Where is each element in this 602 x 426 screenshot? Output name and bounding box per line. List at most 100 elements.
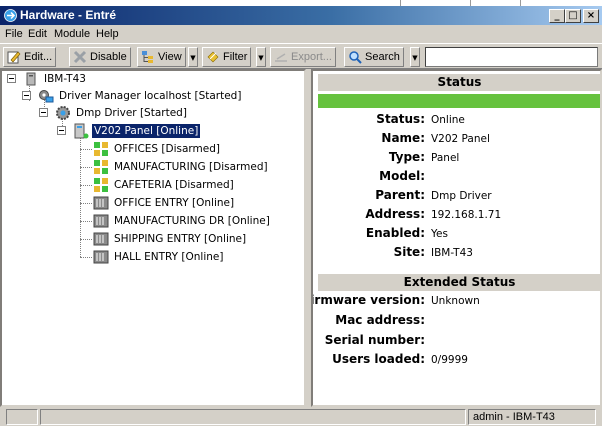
panel-icon [74, 123, 89, 139]
disable-icon [73, 50, 87, 64]
tree-node-label: V202 Panel [Online] [90, 123, 202, 139]
menu-help[interactable]: Help [96, 28, 119, 40]
tree-node-label: MANUFACTURING [Disarmed] [114, 161, 268, 173]
export-label: Export... [291, 51, 332, 63]
site-value: IBM-T43 [431, 247, 473, 259]
collapse-toggle[interactable] [57, 126, 66, 135]
parent-value: Dmp Driver [431, 190, 492, 202]
filter-button[interactable]: Filter [202, 47, 252, 67]
collapse-toggle[interactable] [22, 91, 31, 100]
disable-button[interactable]: Disable [69, 47, 131, 67]
status-user-cell: admin - IBM-T43 [468, 409, 596, 425]
title-bar[interactable]: Hardware - Entré _ □ × [0, 6, 602, 25]
view-dropdown[interactable]: ▼ [188, 47, 198, 67]
search-dropdown[interactable]: ▼ [410, 47, 420, 67]
firmware-key: Firmware version: [311, 293, 425, 307]
status-key: Status: [376, 112, 425, 126]
menu-file[interactable]: File [5, 28, 23, 40]
dropdown-arrow-icon: ▼ [258, 54, 264, 62]
site-key: Site: [393, 245, 425, 259]
menu-edit[interactable]: Edit [28, 28, 47, 40]
dropdown-arrow-icon: ▼ [190, 54, 196, 62]
view-tree-icon [142, 51, 153, 63]
status-value: Online [431, 114, 465, 126]
tree-line [80, 221, 92, 222]
detail-pane: Status Status: Online Name: V202 Panel T… [311, 69, 602, 407]
tree-node-label: IBM-T43 [44, 73, 86, 85]
tree-line [80, 203, 92, 204]
mac-address-key: Mac address: [335, 313, 425, 327]
serial-number-key: Serial number: [324, 333, 425, 347]
maximize-icon: □ [568, 10, 578, 21]
door-icon [93, 232, 109, 246]
name-value: V202 Panel [431, 133, 490, 145]
filter-dropdown[interactable]: ▼ [256, 47, 266, 67]
tree-node-label: SHIPPING ENTRY [Online] [114, 233, 247, 245]
parent-key: Parent: [375, 188, 425, 202]
model-key: Model: [379, 169, 425, 183]
address-value: 192.168.1.71 [431, 209, 502, 221]
status-bar: admin - IBM-T43 [0, 407, 602, 426]
gear-icon [56, 106, 70, 120]
extended-status-header: Extended Status [318, 274, 600, 291]
edit-icon [7, 51, 21, 64]
collapse-toggle[interactable] [7, 74, 16, 83]
status-cell [6, 409, 38, 425]
dropdown-arrow-icon: ▼ [412, 54, 418, 62]
driver-manager-icon [39, 90, 54, 103]
toolbar: Edit... Disable View ▼ Filter ▼ Export..… [0, 43, 602, 69]
close-icon: × [586, 10, 596, 21]
search-icon [349, 51, 362, 64]
type-key: Type: [388, 150, 425, 164]
tree-line [80, 185, 92, 186]
address-key: Address: [365, 207, 425, 221]
computer-icon [26, 72, 36, 86]
tree-node-label: OFFICES [Disarmed] [114, 143, 220, 155]
tree-node-label: HALL ENTRY [Online] [114, 251, 224, 263]
type-value: Panel [431, 152, 460, 164]
edit-button[interactable]: Edit... [3, 47, 57, 67]
area-icon [94, 142, 108, 156]
search-label: Search [365, 51, 400, 63]
tree-node-label: Dmp Driver [Started] [76, 107, 187, 119]
tree-node-label: Driver Manager localhost [Started] [59, 90, 242, 102]
disable-label: Disable [90, 51, 127, 63]
menu-module[interactable]: Module [54, 28, 90, 40]
hardware-tree[interactable]: IBM-T43 Driver Manager localhost [Starte… [0, 69, 306, 407]
search-button[interactable]: Search [344, 47, 404, 67]
enabled-key: Enabled: [365, 226, 425, 240]
collapse-toggle[interactable] [39, 108, 48, 117]
menu-bar: File Edit Module Help [0, 25, 602, 43]
area-icon [94, 178, 108, 192]
view-button[interactable]: View [137, 47, 186, 67]
maximize-button[interactable]: □ [565, 9, 581, 23]
area-icon [94, 160, 108, 174]
status-message-cell [40, 409, 466, 425]
tree-node-label: CAFETERIA [Disarmed] [114, 179, 234, 191]
view-label: View [158, 51, 182, 63]
app-icon [4, 9, 17, 22]
door-icon [93, 250, 109, 264]
filter-label: Filter [223, 51, 248, 63]
tree-node-label: OFFICE ENTRY [Online] [114, 197, 235, 209]
tree-line [80, 149, 92, 150]
status-indicator-bar [318, 94, 600, 108]
edit-label: Edit... [24, 51, 53, 63]
users-loaded-key: Users loaded: [332, 352, 425, 366]
users-loaded-value: 0/9999 [431, 354, 468, 366]
close-button[interactable]: × [583, 9, 599, 23]
enabled-value: Yes [431, 228, 448, 240]
filter-icon [207, 51, 219, 63]
tree-node-label: MANUFACTURING DR [Online] [114, 215, 270, 227]
window-title: Hardware - Entré [20, 8, 117, 22]
firmware-value: Unknown [431, 295, 480, 307]
minimize-button[interactable]: _ [549, 9, 565, 23]
minimize-icon: _ [554, 10, 560, 21]
door-icon [93, 196, 109, 210]
export-icon [275, 53, 287, 62]
search-input[interactable] [425, 47, 598, 67]
door-icon [93, 214, 109, 228]
tree-line [80, 167, 92, 168]
export-button[interactable]: Export... [270, 47, 336, 67]
name-key: Name: [381, 131, 425, 145]
